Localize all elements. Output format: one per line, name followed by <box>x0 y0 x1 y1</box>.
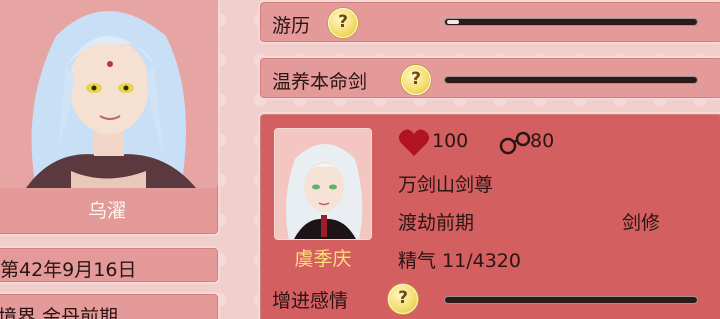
question-icon[interactable]: ? <box>328 8 358 38</box>
character-portrait <box>0 0 218 188</box>
character-portrait-panel[interactable]: 乌濯 <box>0 0 220 236</box>
portrait-illustration <box>0 0 218 188</box>
affection-value: 100 <box>432 130 469 152</box>
question-icon[interactable]: ? <box>388 284 418 314</box>
companion-card[interactable]: 虞季庆 100 80 万剑山剑尊 渡劫前期 剑修 精气 11/4320 增进感情… <box>258 112 720 319</box>
companion-name: 虞季庆 <box>294 248 352 270</box>
character-name: 乌濯 <box>87 200 126 222</box>
companion-title: 万剑山剑尊 <box>398 174 494 196</box>
action-label: 增进感情 <box>272 290 349 312</box>
action-row-travel[interactable]: 游历 ? <box>258 0 720 44</box>
bond-value: 80 <box>530 130 555 152</box>
companion-avatar <box>274 128 372 240</box>
companion-stage: 渡劫前期 <box>398 212 475 234</box>
question-icon[interactable]: ? <box>401 65 431 95</box>
date-panel: 第42年9月16日 <box>0 246 220 284</box>
heart-icon <box>398 129 430 156</box>
action-row-nurture-sword[interactable]: 温养本命剑 ? <box>258 56 720 100</box>
game-date: 第42年9月16日 <box>0 259 137 281</box>
handcuffs-icon <box>499 131 531 155</box>
action-label: 温养本命剑 <box>272 71 368 93</box>
avatar-illustration <box>275 129 371 239</box>
progress-bar <box>444 296 698 304</box>
companion-essence: 精气 11/4320 <box>398 250 521 272</box>
progress-fill <box>447 20 459 24</box>
progress-bar <box>444 18 698 26</box>
progress-bar <box>444 76 698 84</box>
cultivation-realm: 境界 金丹前期 <box>0 306 119 319</box>
realm-panel: 境界 金丹前期 <box>0 292 220 319</box>
companion-class: 剑修 <box>622 212 661 234</box>
action-label: 游历 <box>272 15 311 37</box>
